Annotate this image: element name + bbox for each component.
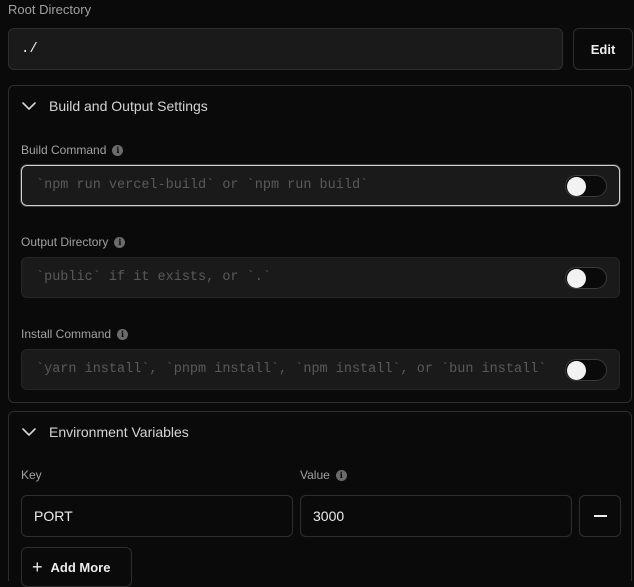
key-label-text: Key	[21, 468, 42, 482]
key-label: Key	[21, 468, 42, 482]
build-command-input[interactable]: `npm run vercel-build` or `npm run build…	[21, 165, 620, 206]
info-icon[interactable]: i	[114, 236, 126, 248]
output-directory-override-toggle[interactable]	[565, 267, 607, 289]
remove-variable-button[interactable]	[579, 495, 621, 537]
output-directory-label: Output Directory i	[21, 235, 126, 249]
environment-variables-section: Environment Variables Key Value i PORT 3…	[8, 411, 632, 587]
output-directory-placeholder: `public` if it exists, or `.`	[36, 270, 271, 285]
field-label-text: Build Command	[21, 143, 107, 157]
install-command-placeholder: `yarn install`, `pnpm install`, `npm ins…	[36, 362, 547, 377]
chevron-down-icon	[22, 428, 36, 436]
section-title: Build and Output Settings	[49, 98, 208, 114]
install-command-label: Install Command i	[21, 327, 129, 341]
toggle-knob	[567, 269, 586, 288]
add-more-label: Add More	[50, 559, 111, 575]
info-icon[interactable]: i	[112, 144, 124, 156]
root-directory-label: Root Directory	[8, 2, 92, 17]
install-command-override-toggle[interactable]	[565, 359, 607, 381]
field-label-text: Install Command	[21, 327, 112, 341]
env-key-input[interactable]: PORT	[21, 495, 293, 537]
toggle-knob	[567, 177, 586, 196]
value-label-text: Value	[300, 468, 330, 482]
build-output-settings-toggle[interactable]: Build and Output Settings	[21, 98, 208, 114]
build-command-placeholder: `npm run vercel-build` or `npm run build…	[36, 178, 369, 193]
env-value-input[interactable]: 3000	[300, 495, 572, 537]
build-output-settings-section: Build and Output Settings Build Command …	[8, 85, 632, 403]
edit-button[interactable]: Edit	[573, 28, 633, 70]
install-command-input[interactable]: `yarn install`, `pnpm install`, `npm ins…	[21, 349, 620, 390]
info-icon[interactable]: i	[335, 469, 347, 481]
environment-variables-toggle[interactable]: Environment Variables	[21, 424, 189, 440]
value-label: Value i	[300, 468, 347, 482]
section-title: Environment Variables	[49, 424, 189, 440]
toggle-knob	[567, 361, 586, 380]
root-directory-input[interactable]: ./	[8, 28, 563, 70]
build-command-label: Build Command i	[21, 143, 124, 157]
chevron-down-icon	[22, 102, 36, 110]
output-directory-input[interactable]: `public` if it exists, or `.`	[21, 257, 620, 298]
minus-icon	[593, 515, 607, 517]
add-more-button[interactable]: + Add More	[21, 547, 132, 587]
build-command-override-toggle[interactable]	[565, 175, 607, 197]
plus-icon: +	[32, 557, 43, 577]
info-icon[interactable]: i	[117, 328, 129, 340]
field-label-text: Output Directory	[21, 235, 109, 249]
